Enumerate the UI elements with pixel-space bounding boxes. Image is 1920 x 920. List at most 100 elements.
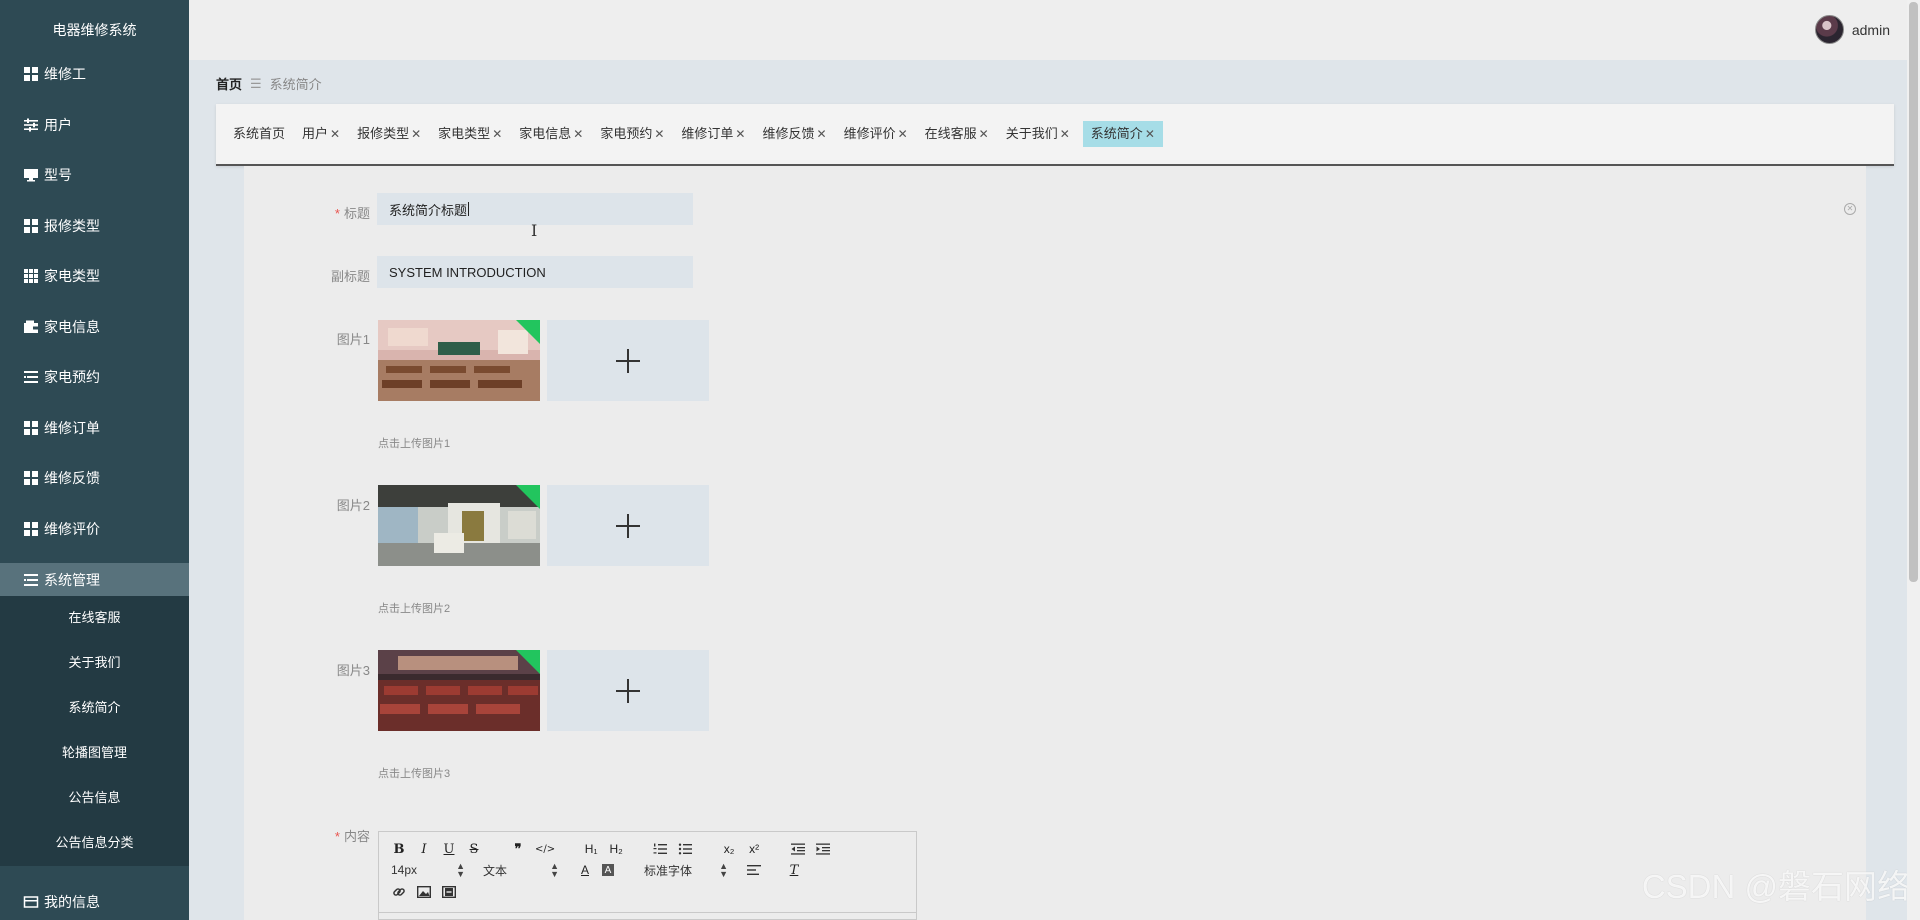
grid-icon — [22, 217, 40, 235]
tab-about-us[interactable]: 关于我们 ✕ — [1001, 121, 1074, 147]
video-icon[interactable] — [441, 884, 457, 900]
sidebar-item-label: 我的信息 — [44, 894, 100, 910]
superscript-icon[interactable]: x² — [746, 841, 762, 857]
tab-home[interactable]: 系统首页 — [229, 121, 290, 147]
image3-upload-button[interactable] — [547, 650, 709, 731]
plus-icon — [616, 513, 640, 538]
sidebar-item-repair-type[interactable]: 报修类型 — [0, 209, 189, 243]
sidebar-item-users[interactable]: 用户 — [0, 108, 189, 142]
bullet-list-icon[interactable] — [677, 841, 693, 857]
image-icon[interactable] — [416, 884, 432, 900]
close-icon[interactable]: ✕ — [573, 127, 583, 141]
header-select[interactable]: 文本 ▲ ▼ — [483, 862, 559, 879]
tab-label: 系统简介 — [1090, 126, 1143, 141]
clear-format-icon[interactable]: T — [786, 862, 802, 878]
font-size-select[interactable]: 14px ▲ ▼ — [391, 862, 465, 879]
bold-icon[interactable]: B — [391, 841, 407, 857]
image1-upload-button[interactable] — [547, 320, 709, 401]
background-color-icon[interactable]: A — [602, 864, 614, 876]
close-icon[interactable]: ✕ — [1060, 127, 1070, 141]
breadcrumb-home[interactable]: 首页 — [216, 74, 242, 93]
tab-appliance-info[interactable]: 家电信息 ✕ — [515, 121, 588, 147]
user-menu[interactable]: admin — [1814, 15, 1890, 44]
scrollbar-thumb[interactable] — [1909, 2, 1918, 582]
sidebar-item-system-management[interactable]: 系统管理 — [0, 563, 189, 597]
tab-repair-feedback[interactable]: 维修反馈 ✕ — [758, 121, 831, 147]
top-bar: admin — [189, 0, 1920, 60]
sub-item-notice-category[interactable]: 公告信息分类 — [0, 826, 189, 860]
image2-upload-button[interactable] — [547, 485, 709, 566]
image2-hint: 点击上传图片2 — [378, 603, 451, 615]
tab-repair-review[interactable]: 维修评价 ✕ — [839, 121, 912, 147]
indent-icon[interactable] — [815, 841, 831, 857]
sidebar-item-label: 家电类型 — [44, 268, 100, 284]
tab-online-service[interactable]: 在线客服 ✕ — [920, 121, 993, 147]
close-icon[interactable]: ✕ — [654, 127, 664, 141]
sub-item-online-service[interactable]: 在线客服 — [0, 601, 189, 635]
sidebar-item-label: 家电预约 — [44, 369, 100, 385]
code-block-icon[interactable]: </> — [535, 841, 555, 857]
sub-item-about-us[interactable]: 关于我们 — [0, 646, 189, 680]
image2-thumbnail[interactable] — [378, 485, 540, 566]
underline-icon[interactable]: U — [441, 841, 457, 857]
scrollbar[interactable] — [1907, 0, 1920, 920]
blockquote-icon[interactable]: ❞ — [510, 841, 526, 857]
clear-icon[interactable]: ✕ — [1844, 203, 1856, 215]
subscript-icon[interactable]: x₂ — [721, 841, 737, 857]
strikethrough-icon[interactable]: S — [466, 841, 482, 857]
grid-icon — [22, 520, 40, 538]
editor-toolbar-row-1: B I U S ❞ </> H₁ H₂ x₂ x² — [391, 840, 840, 858]
outdent-icon[interactable] — [790, 841, 806, 857]
close-icon[interactable]: ✕ — [817, 127, 827, 141]
align-icon[interactable] — [746, 862, 762, 878]
link-icon[interactable] — [391, 884, 407, 900]
sidebar-item-repairman[interactable]: 维修工 — [0, 57, 189, 91]
font-family-select[interactable]: 标准字体 ▲ ▼ — [644, 862, 728, 879]
sidebar-item-appliance-type[interactable]: 家电类型 — [0, 259, 189, 293]
tab-users[interactable]: 用户 ✕ — [298, 121, 345, 147]
rich-text-editor[interactable]: B I U S ❞ </> H₁ H₂ x₂ x² 14px ▲ ▼ 文本 ▲ ▼ A … — [378, 831, 917, 920]
tab-system-intro[interactable]: 系统简介 ✕ — [1082, 121, 1163, 147]
italic-icon[interactable]: I — [416, 841, 432, 857]
font-color-icon[interactable]: A — [577, 862, 593, 878]
close-icon[interactable]: ✕ — [330, 127, 340, 141]
image3-thumbnail[interactable] — [378, 650, 540, 731]
image1-thumbnail[interactable] — [378, 320, 540, 401]
image3-hint: 点击上传图片3 — [378, 768, 451, 780]
sub-item-carousel[interactable]: 轮播图管理 — [0, 736, 189, 770]
tab-repair-order[interactable]: 维修订单 ✕ — [677, 121, 750, 147]
sidebar-item-model[interactable]: 型号 — [0, 158, 189, 192]
close-icon[interactable]: ✕ — [979, 127, 989, 141]
sidebar-item-repair-feedback[interactable]: 维修反馈 — [0, 461, 189, 495]
sub-item-system-intro[interactable]: 系统简介 — [0, 691, 189, 725]
close-icon[interactable]: ✕ — [735, 127, 745, 141]
tab-appointment[interactable]: 家电预约 ✕ — [596, 121, 669, 147]
username[interactable]: admin — [1852, 22, 1890, 38]
uploaded-marker-icon — [516, 320, 540, 344]
tab-repair-type[interactable]: 报修类型 ✕ — [353, 121, 426, 147]
close-icon[interactable]: ✕ — [1145, 127, 1155, 141]
heading1-icon[interactable]: H₁ — [583, 841, 599, 857]
sidebar-item-repair-order[interactable]: 维修订单 — [0, 411, 189, 445]
breadcrumb-current: 系统简介 — [269, 77, 322, 92]
sidebar-item-appliance-info[interactable]: 家电信息 — [0, 310, 189, 344]
sidebar-item-appointment[interactable]: 家电预约 — [0, 360, 189, 394]
list-icon — [22, 368, 40, 386]
tab-appliance-type[interactable]: 家电类型 ✕ — [434, 121, 507, 147]
sidebar-item-label: 维修订单 — [44, 420, 100, 436]
subtitle-input[interactable]: SYSTEM INTRODUCTION — [377, 256, 693, 288]
tab-label: 在线客服 — [924, 126, 977, 141]
tab-label: 报修类型 — [357, 126, 410, 141]
avatar[interactable] — [1814, 15, 1844, 44]
sidebar-item-repair-review[interactable]: 维修评价 — [0, 512, 189, 546]
ordered-list-icon[interactable] — [652, 841, 668, 857]
sub-item-notice[interactable]: 公告信息 — [0, 781, 189, 815]
heading2-icon[interactable]: H₂ — [608, 841, 624, 857]
tab-label: 维修订单 — [681, 126, 734, 141]
sidebar-item-my-info[interactable]: 我的信息 — [0, 885, 189, 919]
close-icon[interactable]: ✕ — [492, 127, 502, 141]
plus-icon — [616, 678, 640, 703]
close-icon[interactable]: ✕ — [898, 127, 908, 141]
tab-label: 关于我们 — [1005, 126, 1058, 141]
close-icon[interactable]: ✕ — [411, 127, 421, 141]
